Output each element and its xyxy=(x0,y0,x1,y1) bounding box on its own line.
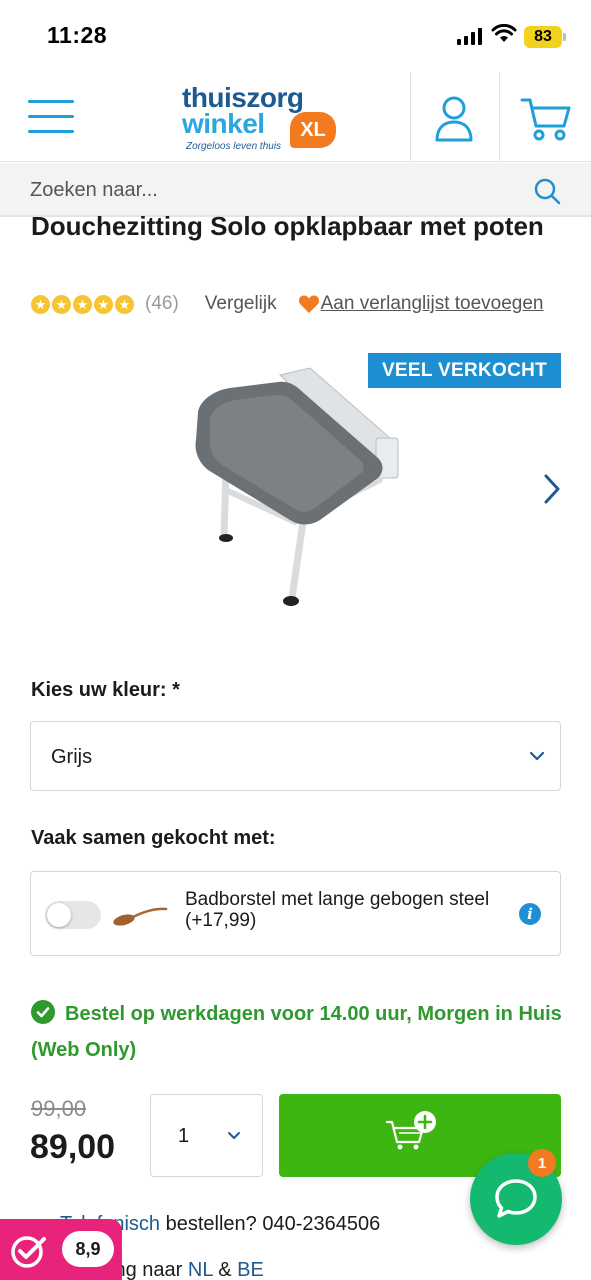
best-seller-badge: VEEL VERKOCHT xyxy=(368,353,561,388)
logo-xl-badge: XL xyxy=(290,112,336,148)
search-icon[interactable] xyxy=(533,177,561,205)
status-time: 11:28 xyxy=(47,22,108,48)
battery-indicator: 83 xyxy=(524,26,562,48)
cart-icon[interactable] xyxy=(520,96,572,142)
product-title: Douchezitting Solo opklapbaar met poten xyxy=(31,211,544,241)
cellular-signal-icon xyxy=(457,28,482,45)
chat-bubble-icon xyxy=(495,1179,537,1218)
star-icon: ★ xyxy=(94,294,113,314)
header-divider xyxy=(410,72,411,162)
site-logo[interactable]: thuiszorg winkel XL Zorgeloos leven thui… xyxy=(178,82,348,154)
phone-order-text: bestellen? 040-2364506 xyxy=(160,1213,381,1235)
shipping-nl-link[interactable]: NL xyxy=(188,1259,213,1280)
toggle-knob xyxy=(47,903,71,927)
quantity-value: 1 xyxy=(178,1125,190,1147)
check-icon xyxy=(31,1000,55,1024)
battery-cap xyxy=(563,33,566,41)
bought-together-item-name: Badborstel met lange gebogen steel (+17,… xyxy=(185,889,490,931)
bath-brush-image[interactable] xyxy=(111,890,169,938)
heart-icon xyxy=(298,295,319,313)
delivery-notice: Bestel op werkdagen voor 14.00 uur, Morg… xyxy=(31,996,571,1068)
color-label: Kies uw kleur: * xyxy=(31,679,180,701)
delivery-text: Bestel op werkdagen voor 14.00 uur, Morg… xyxy=(31,1003,562,1061)
bought-together-card: Badborstel met lange gebogen steel (+17,… xyxy=(30,871,561,956)
menu-button[interactable] xyxy=(28,97,74,137)
review-count[interactable]: (46) xyxy=(145,293,179,315)
star-icon: ★ xyxy=(115,294,134,314)
wifi-icon xyxy=(491,24,517,42)
current-price: 89,00 xyxy=(30,1128,116,1166)
old-price: 99,00 xyxy=(31,1096,87,1121)
chat-notification-badge: 1 xyxy=(528,1149,556,1177)
review-logo-icon xyxy=(11,1236,46,1268)
star-icon: ★ xyxy=(52,294,71,314)
wishlist-label: Aan verlanglijst toevoegen xyxy=(320,293,544,314)
star-icon: ★ xyxy=(73,294,92,314)
color-select[interactable]: Grijs xyxy=(30,721,561,791)
color-selected-value: Grijs xyxy=(51,746,93,768)
quantity-select[interactable]: 1 xyxy=(150,1094,263,1177)
shipping-be-link[interactable]: BE xyxy=(237,1259,264,1280)
chevron-down-icon xyxy=(228,1132,240,1139)
logo-text-bottom: winkel xyxy=(182,108,265,139)
chevron-right-icon[interactable] xyxy=(540,472,564,506)
bought-together-label: Vaak samen gekocht met: xyxy=(31,827,276,849)
product-image-shower-seat[interactable] xyxy=(160,350,435,625)
account-icon[interactable] xyxy=(432,94,476,142)
status-bar: 11:28 83 xyxy=(0,0,591,72)
add-item-toggle[interactable] xyxy=(45,901,101,929)
rating-row: ★ ★ ★ ★ ★ (46) Vergelijk Aan verlanglijs… xyxy=(31,290,581,318)
review-score: 8,9 xyxy=(62,1231,114,1267)
shipping-and: & xyxy=(212,1259,238,1280)
header-divider xyxy=(499,72,500,162)
compare-link[interactable]: Vergelijk xyxy=(205,293,277,315)
search-input[interactable] xyxy=(18,169,518,211)
wishlist-link[interactable]: Aan verlanglijst toevoegen xyxy=(298,293,544,315)
rating-stars[interactable]: ★ ★ ★ ★ ★ xyxy=(31,294,134,314)
logo-tagline: Zorgeloos leven thuis xyxy=(186,141,282,152)
star-icon: ★ xyxy=(31,294,50,314)
review-widget[interactable]: 8,9 xyxy=(0,1219,122,1280)
site-header: thuiszorg winkel XL Zorgeloos leven thui… xyxy=(0,72,591,162)
chevron-down-icon xyxy=(529,751,545,761)
info-icon[interactable]: i xyxy=(519,903,541,925)
cart-plus-icon xyxy=(385,1111,436,1150)
